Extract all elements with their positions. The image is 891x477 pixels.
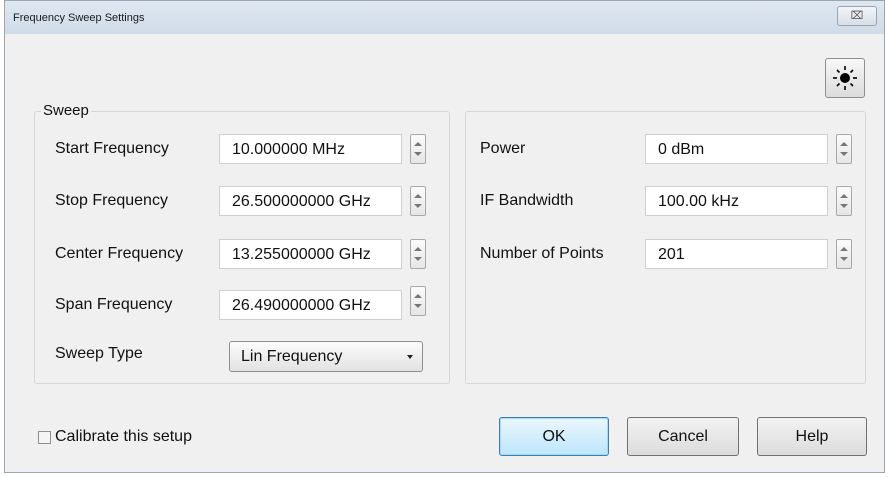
span-frequency-label: Span Frequency bbox=[55, 296, 173, 313]
if-bandwidth-spinner[interactable] bbox=[836, 186, 852, 216]
spin-down-icon bbox=[840, 152, 848, 156]
help-button[interactable]: Help bbox=[757, 417, 867, 456]
spin-down-icon bbox=[840, 204, 848, 208]
power-value: 0 dBm bbox=[658, 141, 705, 158]
center-frequency-spinner[interactable] bbox=[410, 239, 426, 269]
spin-down-icon bbox=[414, 204, 422, 208]
calibrate-checkbox[interactable] bbox=[38, 431, 51, 444]
ok-button[interactable]: OK bbox=[499, 417, 609, 456]
span-frequency-value: 26.490000000 GHz bbox=[232, 297, 371, 314]
if-bandwidth-label: IF Bandwidth bbox=[480, 192, 574, 209]
spin-up-icon bbox=[840, 194, 848, 198]
stop-frequency-value: 26.500000000 GHz bbox=[232, 193, 371, 210]
start-frequency-value: 10.000000 MHz bbox=[232, 141, 345, 158]
start-frequency-field[interactable]: 10.000000 MHz bbox=[219, 134, 402, 164]
spin-up-icon bbox=[414, 142, 422, 146]
if-bandwidth-value: 100.00 kHz bbox=[658, 193, 739, 210]
if-bandwidth-field[interactable]: 100.00 kHz bbox=[645, 186, 828, 216]
title-bar: Frequency Sweep Settings ⌧ bbox=[5, 1, 884, 34]
spin-up-icon bbox=[414, 194, 422, 198]
power-label: Power bbox=[480, 140, 526, 157]
span-frequency-field[interactable]: 26.490000000 GHz bbox=[219, 290, 402, 320]
stop-frequency-spinner[interactable] bbox=[410, 186, 426, 216]
sweep-type-value: Lin Frequency bbox=[241, 348, 343, 365]
spin-down-icon bbox=[840, 257, 848, 261]
start-frequency-spinner[interactable] bbox=[410, 134, 426, 164]
display-settings-button[interactable] bbox=[825, 58, 865, 98]
power-field[interactable]: 0 dBm bbox=[645, 134, 828, 164]
number-of-points-field[interactable]: 201 bbox=[645, 239, 828, 269]
stop-frequency-field[interactable]: 26.500000000 GHz bbox=[219, 186, 402, 216]
start-frequency-label: Start Frequency bbox=[55, 140, 169, 157]
calibrate-label[interactable]: Calibrate this setup bbox=[55, 428, 192, 446]
sweep-group-label: Sweep bbox=[41, 102, 91, 119]
number-of-points-label: Number of Points bbox=[480, 245, 604, 262]
close-button[interactable]: ⌧ bbox=[837, 6, 877, 26]
close-icon: ⌧ bbox=[850, 10, 864, 22]
spin-down-icon bbox=[414, 152, 422, 156]
center-frequency-value: 13.255000000 GHz bbox=[232, 246, 371, 263]
spin-up-icon bbox=[414, 247, 422, 251]
stop-frequency-label: Stop Frequency bbox=[55, 192, 168, 209]
number-of-points-spinner[interactable] bbox=[836, 239, 852, 269]
span-frequency-spinner[interactable] bbox=[410, 286, 426, 316]
spin-up-icon bbox=[414, 294, 422, 298]
number-of-points-value: 201 bbox=[658, 246, 685, 263]
chevron-down-icon bbox=[407, 355, 413, 359]
center-frequency-field[interactable]: 13.255000000 GHz bbox=[219, 239, 402, 269]
power-spinner[interactable] bbox=[836, 134, 852, 164]
sun-icon bbox=[833, 66, 857, 90]
spin-down-icon bbox=[414, 304, 422, 308]
spin-up-icon bbox=[840, 142, 848, 146]
spin-down-icon bbox=[414, 257, 422, 261]
window-title: Frequency Sweep Settings bbox=[13, 12, 145, 24]
sweep-type-select[interactable]: Lin Frequency bbox=[229, 341, 423, 372]
spin-up-icon bbox=[840, 247, 848, 251]
center-frequency-label: Center Frequency bbox=[55, 245, 184, 262]
cancel-button[interactable]: Cancel bbox=[627, 417, 739, 456]
sweep-type-label: Sweep Type bbox=[55, 345, 143, 362]
